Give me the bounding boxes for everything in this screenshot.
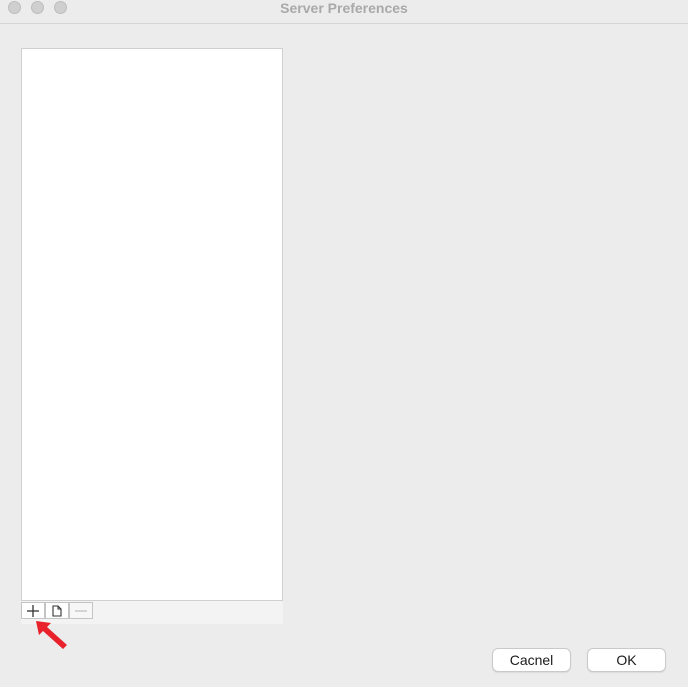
- ok-button[interactable]: OK: [587, 648, 666, 672]
- duplicate-server-button[interactable]: [45, 602, 69, 619]
- document-icon: [52, 604, 62, 617]
- titlebar: Server Preferences: [0, 0, 688, 24]
- server-list[interactable]: [21, 48, 283, 601]
- cancel-button[interactable]: Cacnel: [492, 648, 571, 672]
- plus-icon: [27, 604, 39, 617]
- remove-server-button[interactable]: [69, 602, 93, 619]
- server-preferences-window: Server Preferences Cacnel OK: [0, 0, 688, 687]
- annotation-arrow-icon: [36, 621, 67, 649]
- add-server-button[interactable]: [21, 602, 45, 619]
- minus-icon: [75, 609, 87, 612]
- window-title: Server Preferences: [280, 0, 408, 16]
